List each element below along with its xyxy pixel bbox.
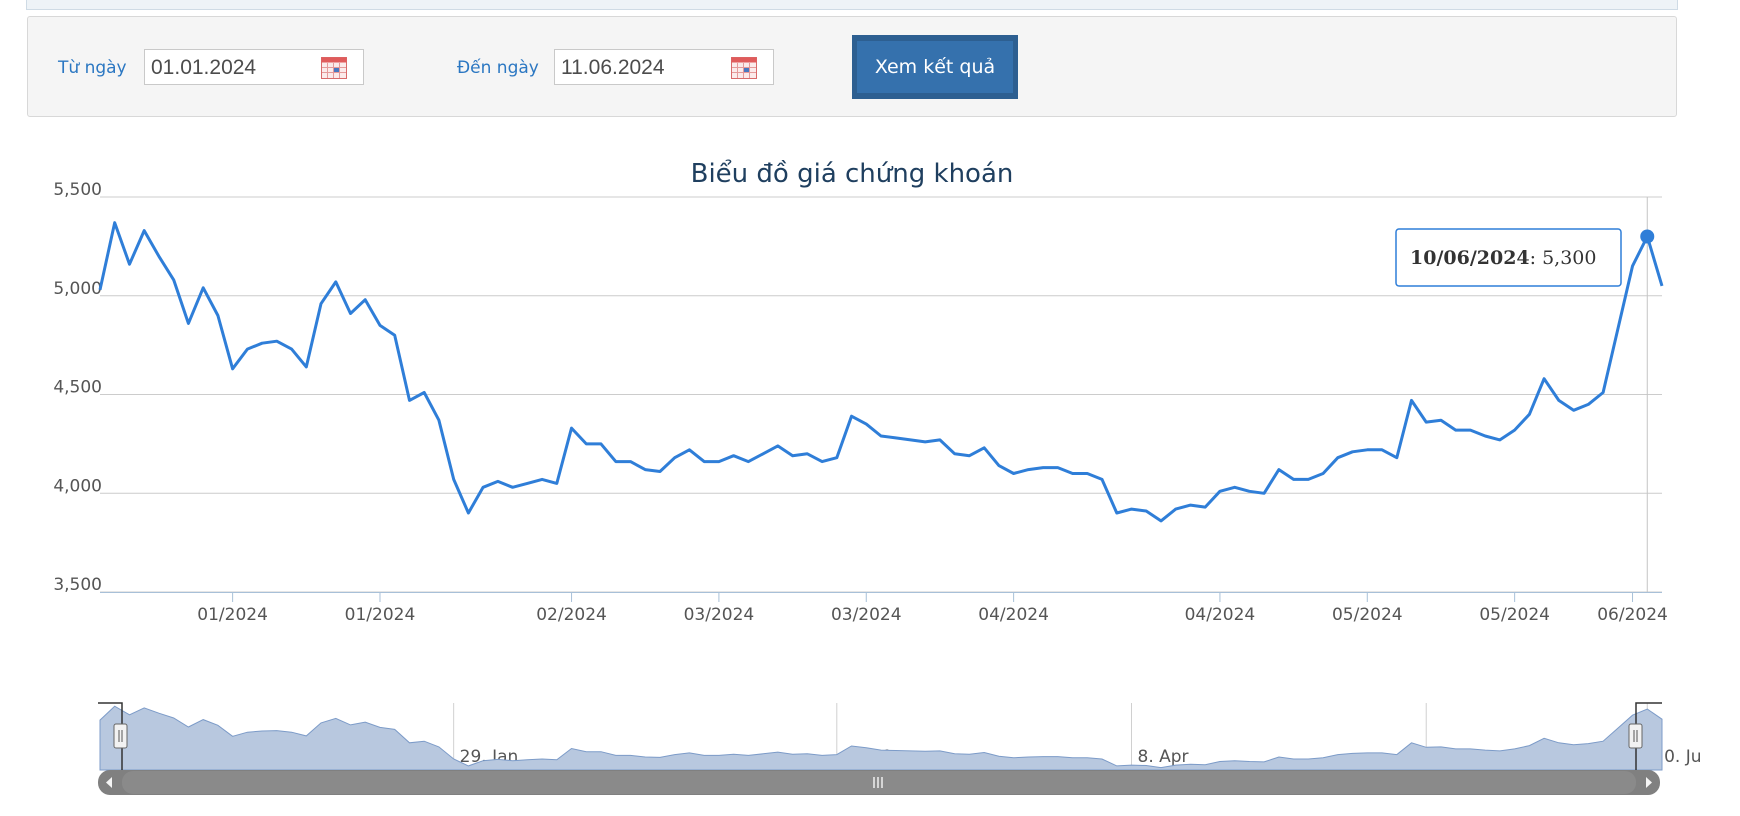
y-tick-label: 4,000 (53, 476, 102, 496)
from-date-label: Từ ngày (58, 58, 127, 78)
x-tick-label: 05/2024 (1332, 605, 1403, 625)
chart-title: Biểu đồ giá chứng khoán (691, 158, 1014, 189)
navigator-date-label: 8. Apr (1138, 747, 1189, 767)
calendar-icon[interactable] (731, 55, 757, 79)
x-tick-label: 05/2024 (1479, 605, 1550, 625)
x-tick-label: 03/2024 (684, 605, 755, 625)
to-date-label: Đến ngày (457, 58, 539, 78)
x-tick-label: 02/2024 (536, 605, 607, 625)
x-tick-label: 03/2024 (831, 605, 902, 625)
y-tick-label: 5,000 (53, 279, 102, 299)
tooltip: 10/06/2024: 5,300 (1395, 228, 1622, 287)
to-date-input[interactable]: 11.06.2024 (554, 49, 774, 85)
y-tick-label: 5,500 (53, 180, 102, 200)
x-tick-label: 01/2024 (197, 605, 268, 625)
data-point-hovered (1640, 229, 1655, 244)
stock-price-chart: Biểu đồ giá chứng khoán 3,500 4,000 4,500 5… (53, 158, 1701, 795)
y-tick-label: 4,500 (53, 378, 102, 398)
from-date-input[interactable]: 01.01.2024 (144, 49, 364, 85)
navigator-series-area (99, 705, 1663, 771)
navigator-left-handle-box[interactable] (113, 723, 128, 749)
tooltip-value: 5,300 (1542, 247, 1596, 269)
navigator[interactable]: 29. Jan11. Mar8. Apr13. May10. Ju (98, 702, 1701, 795)
from-date-value: 01.01.2024 (151, 56, 257, 79)
navigator-left-handle[interactable] (113, 723, 128, 749)
calendar-icon[interactable] (321, 55, 347, 79)
tooltip-text: 10/06/2024: 5,300 (1410, 247, 1597, 269)
navigator-right-handle[interactable] (1628, 723, 1643, 749)
x-tick-label: 04/2024 (978, 605, 1049, 625)
x-tick-label: 06/2024 (1597, 605, 1668, 625)
x-tick-label: 04/2024 (1185, 605, 1256, 625)
x-tick-label: 01/2024 (345, 605, 416, 625)
tooltip-date: 10/06/2024 (1410, 247, 1530, 269)
view-results-button[interactable]: Xem kết quả (852, 35, 1018, 99)
top-panel-edge (26, 0, 1678, 10)
navigator-right-handle-box[interactable] (1628, 723, 1643, 749)
scrollbar-thumb[interactable] (122, 771, 1636, 794)
navigator-scrollbar[interactable] (98, 770, 1660, 795)
y-tick-label: 3,500 (53, 575, 102, 595)
view-results-label: Xem kết quả (857, 41, 1013, 93)
to-date-value: 11.06.2024 (561, 56, 665, 79)
